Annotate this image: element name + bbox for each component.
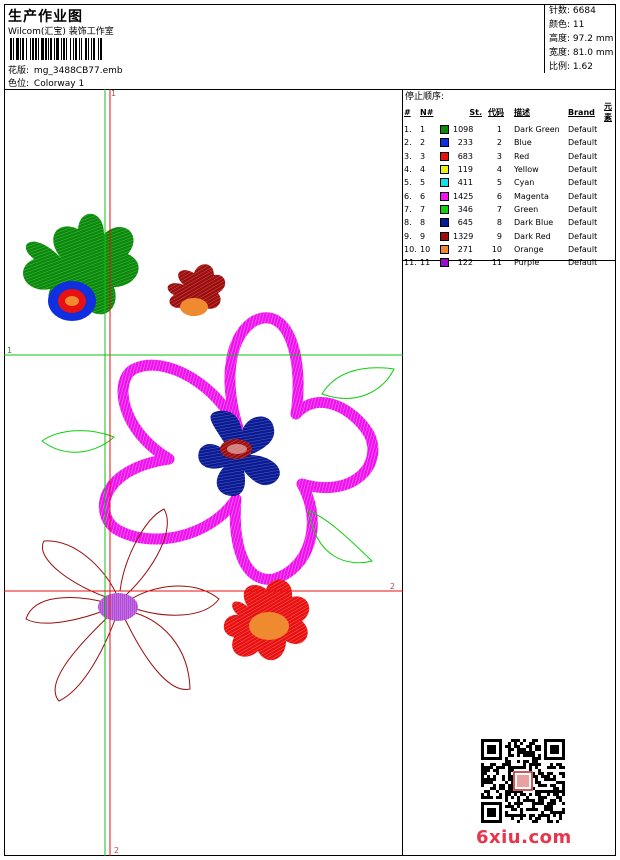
table-row: 5. 5 411 5 Cyan Default xyxy=(404,178,598,188)
color-swatch xyxy=(440,231,449,241)
guide-lines xyxy=(4,89,403,856)
site-watermark: 6xiu.com xyxy=(476,827,572,848)
stat-height: 高度: 97.2 mm xyxy=(549,34,614,44)
table-row: 8. 8 645 8 Dark Blue Default xyxy=(404,218,598,228)
design-label: 花版: xyxy=(8,66,30,76)
qr-code xyxy=(481,739,565,823)
info-panel: 停止顺序: # N# St. 代码 描述 Brand 元素 1. 1 1098 1 Da… xyxy=(403,89,616,856)
color-swatch xyxy=(440,218,449,228)
color-swatch xyxy=(440,244,449,254)
purple-flower-center xyxy=(98,593,138,621)
table-row: 10. 10 271 10 Orange Default xyxy=(404,244,598,254)
stat-scale: 比例: 1.62 xyxy=(549,62,593,72)
color-swatch xyxy=(440,204,449,214)
color-swatch xyxy=(440,258,449,268)
color-swatch xyxy=(440,125,449,135)
guide-label-right: 2 xyxy=(390,582,395,591)
table-row: 7. 7 346 7 Green Default xyxy=(404,204,598,214)
colorway-row: 色位: Colorway 1 xyxy=(8,76,84,89)
colorway-label: 色位: xyxy=(8,79,30,89)
table-row: 4. 4 119 4 Yellow Default xyxy=(404,165,598,175)
table-row: 11. 11 122 11 Purple Default xyxy=(404,258,598,268)
stop-sequence-panel: 停止顺序: # N# St. 代码 描述 Brand 元素 1. 1 1098 1 Da… xyxy=(403,89,616,268)
navy-flower xyxy=(198,410,280,496)
design-preview: 1 2 1 2 xyxy=(4,89,403,856)
stat-colors: 颜色: 11 xyxy=(549,20,585,30)
table-row: 6. 6 1425 6 Magenta Default xyxy=(404,191,598,201)
green-flower xyxy=(23,213,139,321)
stat-width: 宽度: 81.0 mm xyxy=(549,48,614,58)
guide-label-top: 1 xyxy=(111,89,116,98)
barcode xyxy=(10,38,102,60)
stat-stitches: 针数: 6684 xyxy=(549,6,596,16)
table-row: 2. 2 233 2 Blue Default xyxy=(404,138,598,148)
table-row: 1. 1 1098 1 Dark Green Default xyxy=(404,125,598,135)
design-file-name: mg_3488CB77.emb xyxy=(33,66,123,76)
design-file-row: 花版: mg_3488CB77.emb xyxy=(8,63,123,76)
studio-name: Wilcom(汇宝) 装饰工作室 xyxy=(8,27,114,37)
table-header: # N# St. 代码 描述 Brand 元素 xyxy=(404,102,612,122)
worksheet-header: 生产作业图 Wilcom(汇宝) 装饰工作室 花版: mg_3488CB77.e… xyxy=(4,4,616,90)
guide-label-left: 1 xyxy=(7,346,12,355)
color-swatch xyxy=(440,151,449,161)
small-darkred-flower xyxy=(167,264,226,316)
color-swatch xyxy=(440,178,449,188)
color-swatch xyxy=(440,165,449,175)
page-title: 生产作业图 xyxy=(8,9,83,25)
design-stats: 针数: 6684 颜色: 11 高度: 97.2 mm 宽度: 81.0 mm … xyxy=(544,4,616,73)
red-flower xyxy=(223,579,310,661)
color-swatch xyxy=(440,138,449,148)
stop-sequence-table: # N# St. 代码 描述 Brand 元素 1. 1 1098 1 Dark Gre… xyxy=(403,101,616,269)
guide-label-bottom: 2 xyxy=(114,846,119,855)
color-swatch xyxy=(440,191,449,201)
table-row: 3. 3 683 3 Red Default xyxy=(404,151,598,161)
embroidery-artwork: 1 2 1 2 xyxy=(4,89,403,856)
colorway-value: Colorway 1 xyxy=(33,79,85,89)
table-row: 9. 9 1329 9 Dark Red Default xyxy=(404,231,598,241)
